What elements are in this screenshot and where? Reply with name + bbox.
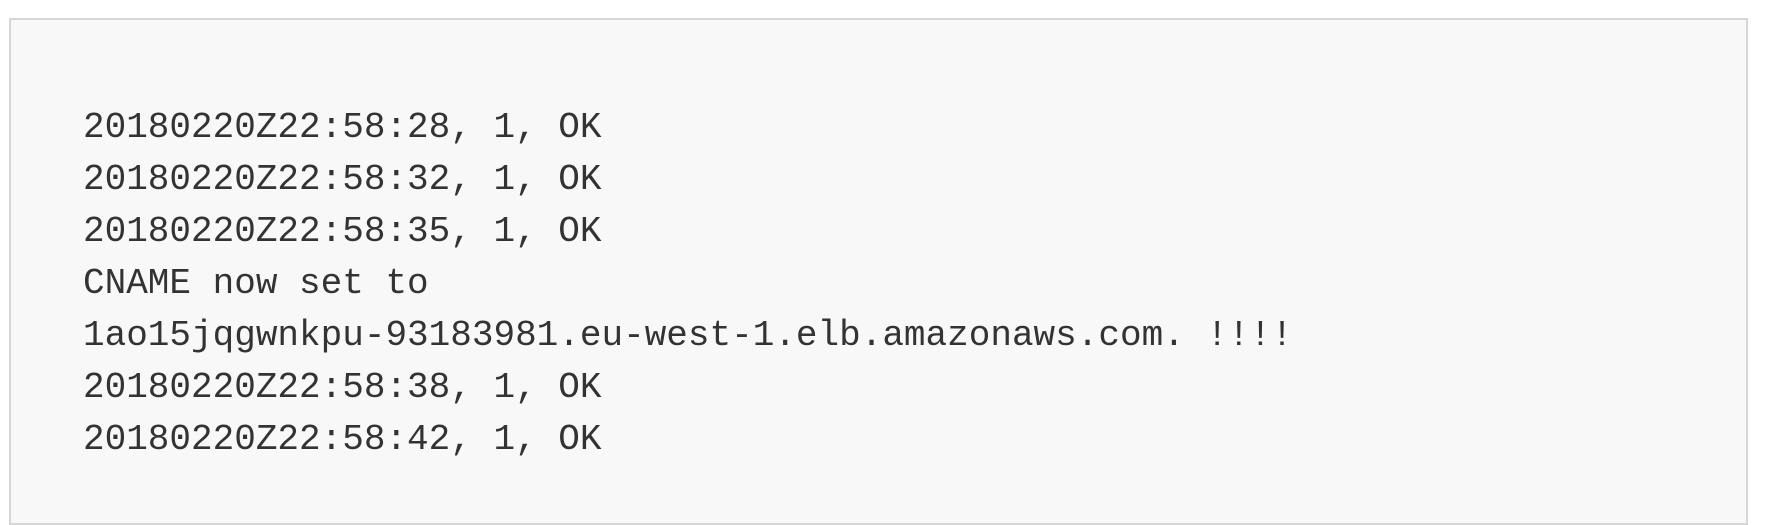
log-output-block: 20180220Z22:58:28, 1, OK 20180220Z22:58:3… <box>9 18 1748 525</box>
log-line: 20180220Z22:58:32, 1, OK <box>83 159 602 200</box>
log-line: CNAME now set to <box>83 263 429 304</box>
log-line: 1ao15jqgwnkpu-93183981.eu-west-1.elb.ama… <box>83 315 1293 356</box>
log-line: 20180220Z22:58:28, 1, OK <box>83 107 602 148</box>
log-line: 20180220Z22:58:35, 1, OK <box>83 211 602 252</box>
log-line: 20180220Z22:58:42, 1, OK <box>83 419 602 460</box>
log-line: 20180220Z22:58:38, 1, OK <box>83 367 602 408</box>
